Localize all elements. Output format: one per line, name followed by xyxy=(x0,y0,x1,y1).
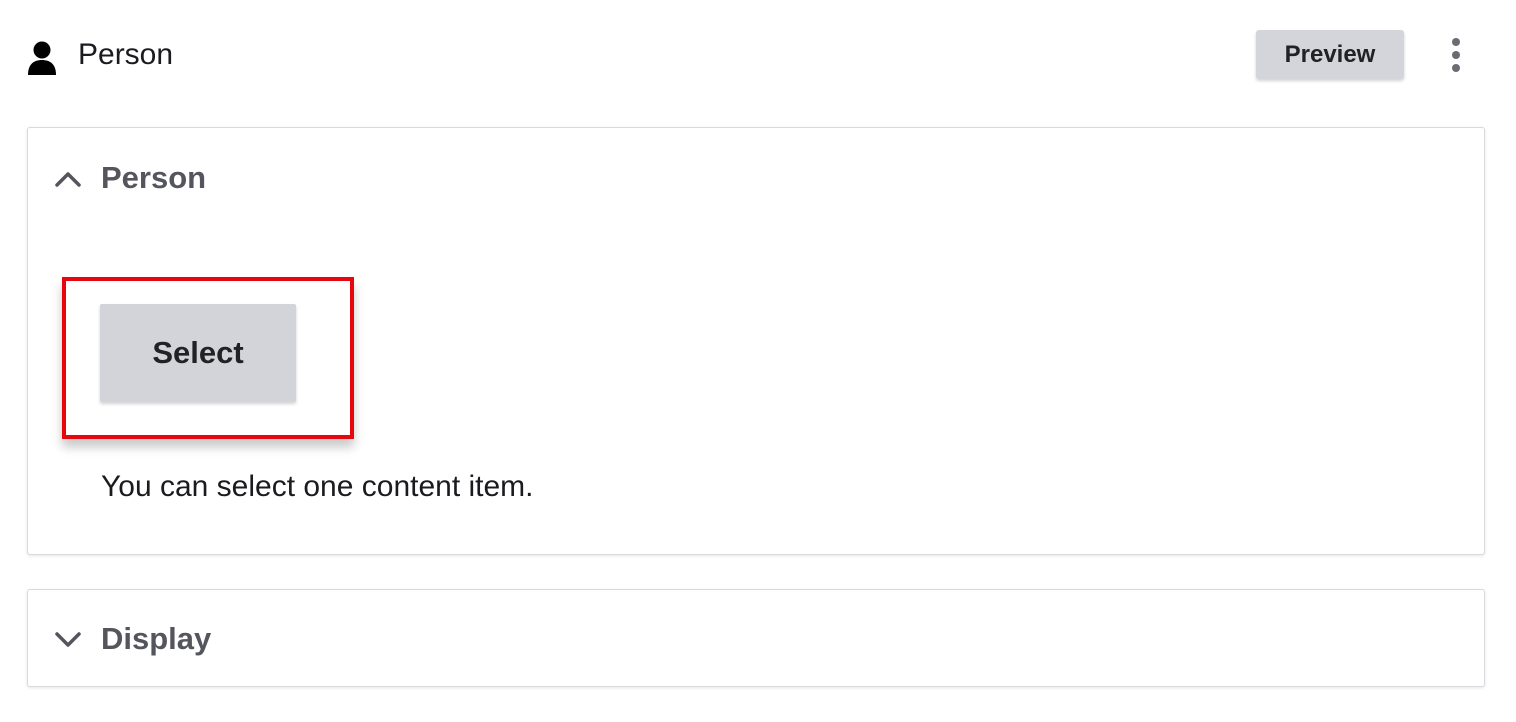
chevron-down-icon xyxy=(55,632,81,647)
kebab-dot xyxy=(1452,51,1460,59)
display-panel-header[interactable]: Display xyxy=(28,590,1484,690)
kebab-dot xyxy=(1452,38,1460,46)
person-panel: Person Select You can select one content… xyxy=(27,127,1485,555)
person-panel-title: Person xyxy=(101,160,207,195)
help-text: You can select one content item. xyxy=(101,470,534,503)
page: Person Preview Person Select You can sel… xyxy=(0,0,1516,722)
kebab-menu-icon[interactable] xyxy=(1440,34,1472,76)
display-panel-title: Display xyxy=(101,621,212,656)
chevron-up-icon xyxy=(55,172,81,187)
person-icon xyxy=(28,41,56,75)
select-button[interactable]: Select xyxy=(100,304,296,402)
kebab-dot xyxy=(1452,64,1460,72)
display-panel: Display xyxy=(27,589,1485,687)
page-title: Person xyxy=(78,38,174,71)
person-panel-header[interactable]: Person xyxy=(28,128,1484,228)
header: Person Preview xyxy=(0,0,1516,110)
preview-button[interactable]: Preview xyxy=(1256,30,1404,79)
